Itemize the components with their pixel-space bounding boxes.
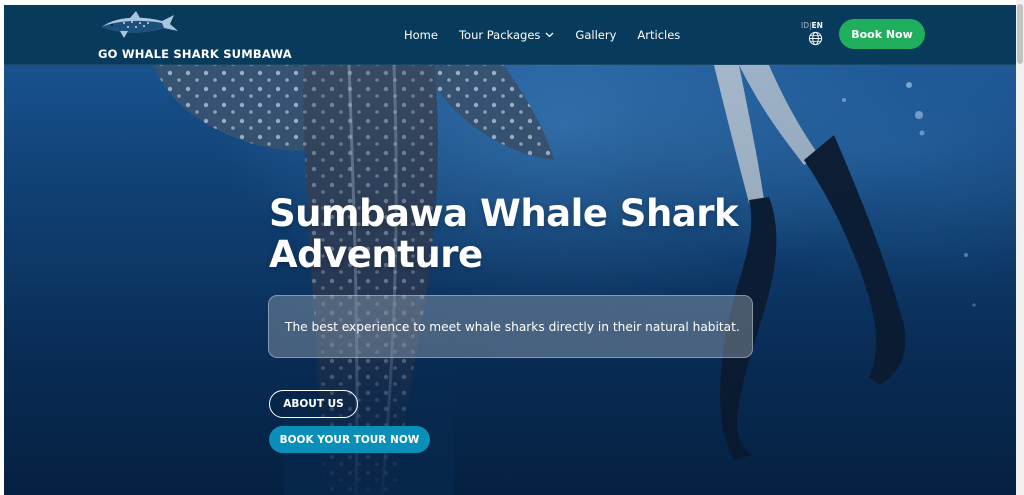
language-en-option[interactable]: EN — [812, 21, 823, 30]
language-options: ID|EN — [801, 21, 823, 30]
book-your-tour-button[interactable]: BOOK YOUR TOUR NOW — [269, 426, 430, 453]
language-switcher[interactable]: ID|EN — [801, 21, 831, 51]
chevron-down-icon — [545, 32, 554, 38]
nav-link-articles[interactable]: Articles — [637, 26, 680, 44]
nav-link-gallery[interactable]: Gallery — [575, 26, 616, 44]
book-now-button[interactable]: Book Now — [839, 19, 925, 49]
about-us-button[interactable]: ABOUT US — [269, 390, 358, 418]
nav-link-label: Articles — [637, 28, 681, 42]
page-viewport: GO WHALE SHARK SUMBAWA Home Tour Package… — [4, 5, 1016, 495]
scrollbar-thumb[interactable] — [1017, 4, 1023, 64]
brand-name: GO WHALE SHARK SUMBAWA — [98, 47, 292, 61]
globe-icon — [808, 31, 823, 46]
language-id-option[interactable]: ID — [801, 21, 809, 30]
nav-link-tour-packages[interactable]: Tour Packages — [459, 26, 554, 44]
top-navbar: GO WHALE SHARK SUMBAWA Home Tour Package… — [4, 5, 1016, 65]
page-scrollbar[interactable] — [1016, 0, 1024, 495]
main-nav: Home Tour Packages Gallery Articles — [404, 26, 701, 44]
whale-shark-logo-icon — [102, 11, 178, 38]
hero-title-line-1: Sumbawa Whale Shark — [269, 192, 739, 235]
nav-link-home[interactable]: Home — [404, 26, 438, 44]
hero-subtitle: The best experience to meet whale sharks… — [285, 319, 740, 334]
nav-link-label: Tour Packages — [458, 28, 541, 42]
nav-link-label: Gallery — [575, 28, 617, 42]
brand[interactable]: GO WHALE SHARK SUMBAWA — [98, 9, 298, 61]
hero-subtitle-box: The best experience to meet whale sharks… — [268, 295, 753, 358]
nav-link-label: Home — [404, 28, 438, 42]
hero-title-line-2: Adventure — [269, 233, 483, 276]
hero-title: Sumbawa Whale Shark Adventure — [269, 193, 789, 275]
